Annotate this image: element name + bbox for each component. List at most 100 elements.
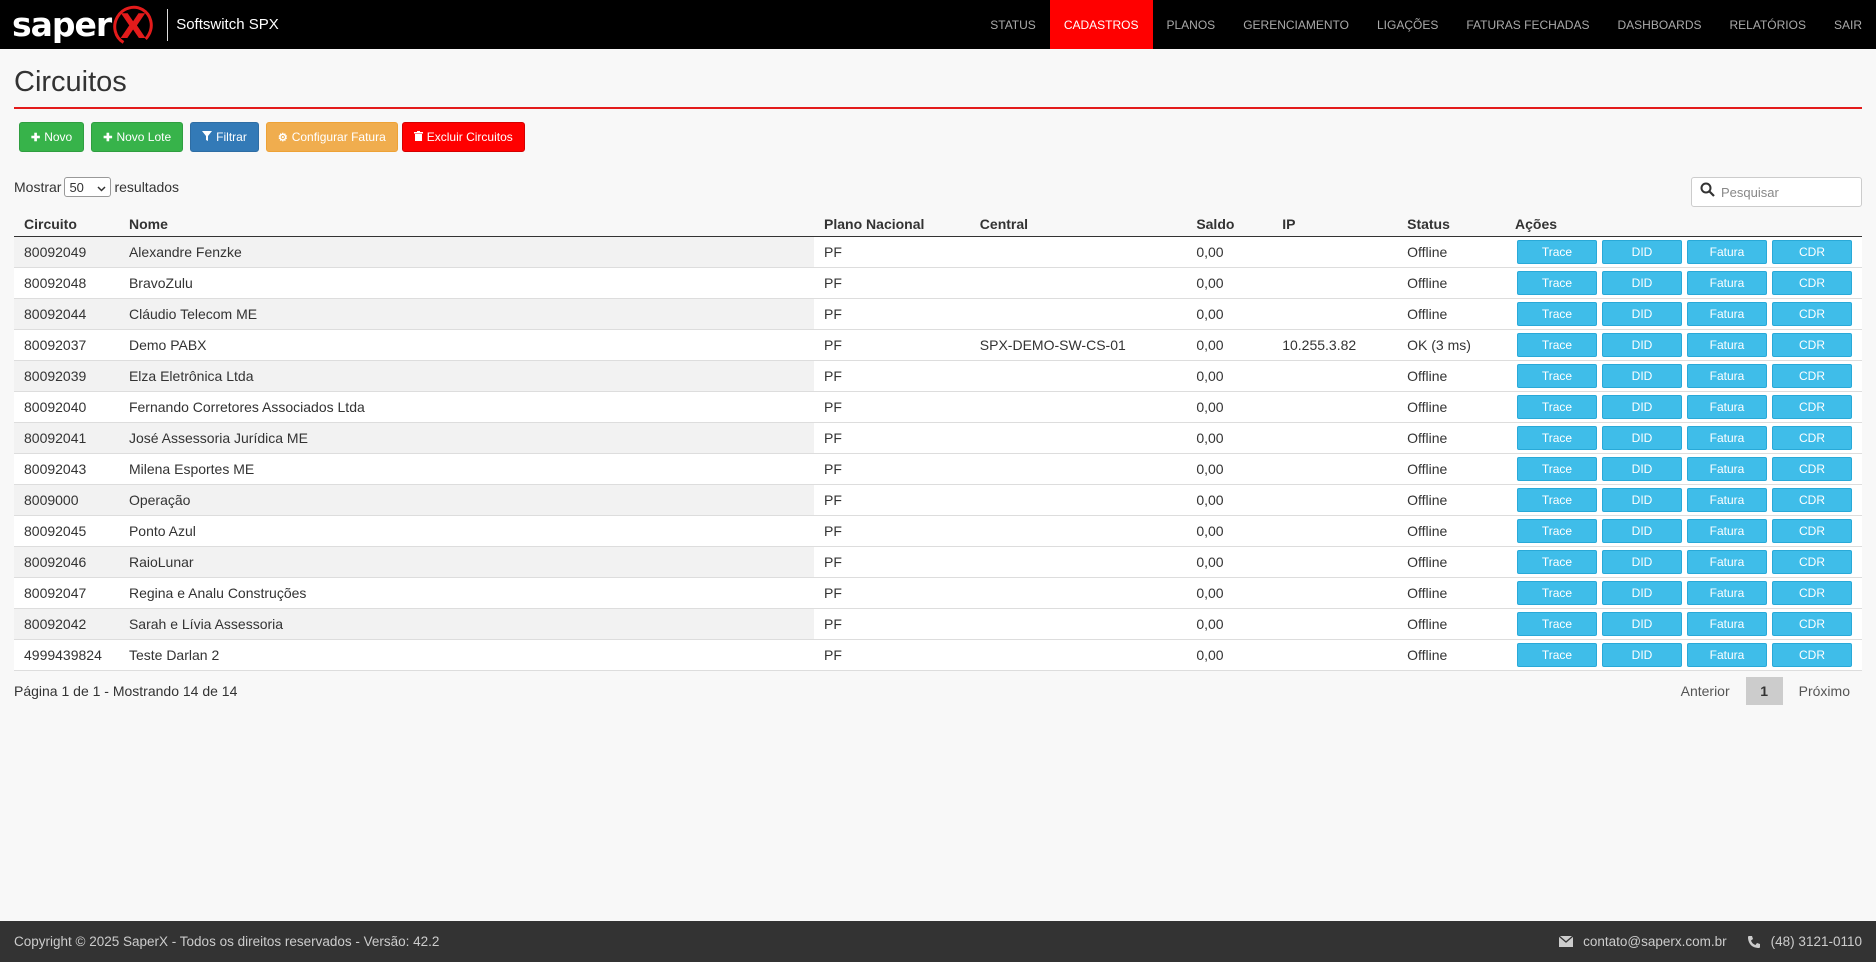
cell-central xyxy=(969,546,1187,578)
did-button[interactable]: DID xyxy=(1602,518,1682,543)
header-circuito[interactable]: Circuito xyxy=(14,213,119,237)
cell-acoes: Trace DID Fatura CDR xyxy=(1505,422,1862,454)
fatura-button[interactable]: Fatura xyxy=(1687,301,1767,326)
nav-relatorios[interactable]: RELATÓRIOS xyxy=(1716,0,1820,49)
did-button[interactable]: DID xyxy=(1602,332,1682,357)
nav-faturas-fechadas[interactable]: FATURAS FECHADAS xyxy=(1452,0,1603,49)
cell-status: Offline xyxy=(1397,484,1505,516)
circuits-table: Circuito Nome Plano Nacional Central Sal… xyxy=(14,213,1862,671)
row-actions: Trace DID Fatura CDR xyxy=(1515,642,1852,667)
cdr-button[interactable]: CDR xyxy=(1772,425,1852,450)
novo-button[interactable]: ✚ Novo xyxy=(19,122,85,152)
footer-email[interactable]: contato@saperx.com.br xyxy=(1583,934,1727,949)
trace-button[interactable]: Trace xyxy=(1517,270,1597,295)
excluir-circuitos-button[interactable]: Excluir Circuitos xyxy=(401,122,525,152)
fatura-button[interactable]: Fatura xyxy=(1687,363,1767,388)
nav-sair[interactable]: SAIR xyxy=(1820,0,1876,49)
cdr-button[interactable]: CDR xyxy=(1772,394,1852,419)
cell-acoes: Trace DID Fatura CDR xyxy=(1505,515,1862,547)
did-button[interactable]: DID xyxy=(1602,549,1682,574)
trace-button[interactable]: Trace xyxy=(1517,487,1597,512)
cdr-button[interactable]: CDR xyxy=(1772,270,1852,295)
cdr-button[interactable]: CDR xyxy=(1772,363,1852,388)
cell-nome: Teste Darlan 2 xyxy=(118,639,815,671)
fatura-button[interactable]: Fatura xyxy=(1687,425,1767,450)
trace-button[interactable]: Trace xyxy=(1517,363,1597,388)
trace-button[interactable]: Trace xyxy=(1517,518,1597,543)
fatura-button[interactable]: Fatura xyxy=(1687,456,1767,481)
header-ip[interactable]: IP xyxy=(1272,213,1398,237)
fatura-button[interactable]: Fatura xyxy=(1687,332,1767,357)
nav-gerenciamento[interactable]: GERENCIAMENTO xyxy=(1229,0,1363,49)
trace-button[interactable]: Trace xyxy=(1517,332,1597,357)
did-button[interactable]: DID xyxy=(1602,239,1682,264)
nav-cadastros[interactable]: CADASTROS xyxy=(1049,0,1153,49)
novo-lote-button[interactable]: ✚ Novo Lote xyxy=(91,122,184,152)
did-button[interactable]: DID xyxy=(1602,456,1682,481)
cdr-button[interactable]: CDR xyxy=(1772,301,1852,326)
fatura-button[interactable]: Fatura xyxy=(1687,549,1767,574)
nav-dashboards[interactable]: DASHBOARDS xyxy=(1603,0,1715,49)
pagination-next[interactable]: Próximo xyxy=(1787,677,1862,705)
trace-button[interactable]: Trace xyxy=(1517,549,1597,574)
did-button[interactable]: DID xyxy=(1602,301,1682,326)
page-size-select[interactable]: 50 xyxy=(64,177,112,197)
cell-ip xyxy=(1272,267,1398,299)
fatura-button[interactable]: Fatura xyxy=(1687,611,1767,636)
cell-saldo: 0,00 xyxy=(1186,515,1273,547)
trace-button[interactable]: Trace xyxy=(1517,642,1597,667)
filtrar-button[interactable]: Filtrar xyxy=(190,122,259,152)
header-status[interactable]: Status xyxy=(1397,213,1505,237)
trace-button[interactable]: Trace xyxy=(1517,425,1597,450)
pagination-page-1[interactable]: 1 xyxy=(1745,677,1783,705)
trace-button[interactable]: Trace xyxy=(1517,456,1597,481)
table-row: 80092048 BravoZulu PF 0,00 Offline Trace DID Fa… xyxy=(14,267,1862,299)
header-plano-nacional[interactable]: Plano Nacional xyxy=(814,213,970,237)
cdr-button[interactable]: CDR xyxy=(1772,456,1852,481)
did-button[interactable]: DID xyxy=(1602,394,1682,419)
fatura-button[interactable]: Fatura xyxy=(1687,487,1767,512)
cdr-button[interactable]: CDR xyxy=(1772,239,1852,264)
cdr-button[interactable]: CDR xyxy=(1772,611,1852,636)
cdr-button[interactable]: CDR xyxy=(1772,518,1852,543)
search-input[interactable] xyxy=(1721,184,1851,200)
pagination-prev[interactable]: Anterior xyxy=(1669,677,1742,705)
brand[interactable]: saper X Softswitch SPX xyxy=(0,0,279,49)
cell-nome: Alexandre Fenzke xyxy=(118,236,815,268)
nav-status[interactable]: STATUS xyxy=(976,0,1050,49)
fatura-button[interactable]: Fatura xyxy=(1687,270,1767,295)
nav-planos[interactable]: PLANOS xyxy=(1153,0,1230,49)
header-central[interactable]: Central xyxy=(969,213,1187,237)
did-button[interactable]: DID xyxy=(1602,425,1682,450)
trace-button[interactable]: Trace xyxy=(1517,611,1597,636)
header-saldo[interactable]: Saldo xyxy=(1186,213,1273,237)
trace-button[interactable]: Trace xyxy=(1517,394,1597,419)
trace-button[interactable]: Trace xyxy=(1517,301,1597,326)
cell-status: Offline xyxy=(1397,608,1505,640)
did-button[interactable]: DID xyxy=(1602,611,1682,636)
did-button[interactable]: DID xyxy=(1602,580,1682,605)
cell-status: Offline xyxy=(1397,577,1505,609)
header-nome[interactable]: Nome xyxy=(118,213,815,237)
fatura-button[interactable]: Fatura xyxy=(1687,642,1767,667)
fatura-button[interactable]: Fatura xyxy=(1687,518,1767,543)
cell-nome: Fernando Corretores Associados Ltda xyxy=(118,391,815,423)
did-button[interactable]: DID xyxy=(1602,487,1682,512)
configurar-fatura-button[interactable]: ⚙ Configurar Fatura xyxy=(265,122,398,152)
nav-ligacoes[interactable]: LIGAÇÕES xyxy=(1363,0,1452,49)
cdr-button[interactable]: CDR xyxy=(1772,487,1852,512)
cdr-button[interactable]: CDR xyxy=(1772,332,1852,357)
cdr-button[interactable]: CDR xyxy=(1772,580,1852,605)
table-row: 80092046 RaioLunar PF 0,00 Offline Trace DID Fa… xyxy=(14,546,1862,578)
fatura-button[interactable]: Fatura xyxy=(1687,394,1767,419)
fatura-button[interactable]: Fatura xyxy=(1687,580,1767,605)
fatura-button[interactable]: Fatura xyxy=(1687,239,1767,264)
did-button[interactable]: DID xyxy=(1602,270,1682,295)
trace-button[interactable]: Trace xyxy=(1517,239,1597,264)
cdr-button[interactable]: CDR xyxy=(1772,549,1852,574)
did-button[interactable]: DID xyxy=(1602,363,1682,388)
trace-button[interactable]: Trace xyxy=(1517,580,1597,605)
cdr-button[interactable]: CDR xyxy=(1772,642,1852,667)
did-button[interactable]: DID xyxy=(1602,642,1682,667)
chevron-down-icon xyxy=(97,180,106,195)
